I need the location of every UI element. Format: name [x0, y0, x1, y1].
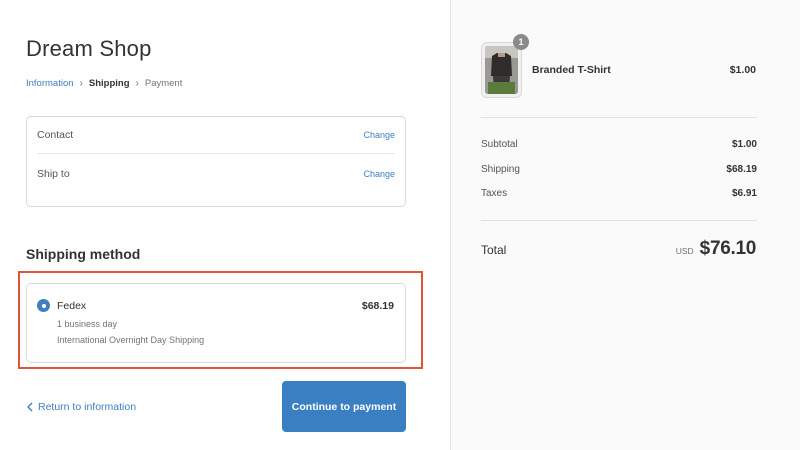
shop-title[interactable]: Dream Shop — [26, 36, 152, 62]
shipping-method-title: Shipping method — [26, 246, 141, 262]
summary-row-taxes: Taxes $6.91 — [481, 188, 757, 199]
chevron-left-icon — [27, 402, 33, 412]
change-contact-link[interactable]: Change — [363, 130, 395, 140]
product-name: Branded T-Shirt — [532, 64, 611, 76]
return-to-information-link[interactable]: Return to information — [26, 401, 136, 413]
summary-divider — [481, 117, 757, 118]
summary-row-subtotal: Subtotal $1.00 — [481, 139, 757, 150]
chevron-right-icon: › — [135, 78, 139, 89]
checkout-main-pane: Dream Shop Information › Shipping › Paym… — [0, 0, 450, 450]
total-amount: USD $76.10 — [675, 238, 757, 260]
change-ship-to-link[interactable]: Change — [363, 169, 395, 179]
taxes-label: Taxes — [481, 188, 508, 199]
product-price: $1.00 — [729, 64, 756, 76]
breadcrumb: Information › Shipping › Payment — [26, 78, 182, 89]
shipping-value: $68.19 — [726, 164, 757, 175]
continue-to-payment-button[interactable]: Continue to payment — [282, 381, 406, 432]
shipping-option-fedex[interactable]: Fedex $68.19 1 business day Internationa… — [26, 283, 406, 363]
total-currency: USD — [675, 246, 694, 256]
order-summary-pane: 1 Branded T-Shirt $1.00 Subtotal $1.00 S… — [450, 0, 800, 450]
review-label-ship-to: Ship to — [37, 167, 70, 180]
product-image — [485, 46, 518, 94]
summary-divider — [481, 220, 757, 221]
shipping-option-time: 1 business day — [57, 319, 118, 329]
review-row-ship-to: Ship to Change — [37, 155, 395, 192]
chevron-right-icon: › — [79, 78, 83, 89]
shipping-option-service: International Overnight Day Shipping — [57, 335, 205, 345]
shipping-option-price: $68.19 — [361, 300, 394, 312]
review-block: Contact Change Ship to Change — [26, 116, 406, 207]
quantity-badge: 1 — [513, 34, 529, 50]
product-thumbnail — [481, 42, 522, 98]
return-link-label: Return to information — [38, 401, 137, 413]
total-label: Total — [481, 243, 507, 257]
total-value: $76.10 — [699, 238, 757, 259]
subtotal-label: Subtotal — [481, 139, 518, 150]
review-label-contact: Contact — [37, 129, 74, 141]
taxes-value: $6.91 — [731, 188, 757, 199]
breadcrumb-payment: Payment — [144, 78, 183, 89]
summary-row-shipping: Shipping $68.19 — [481, 164, 757, 175]
shipping-label: Shipping — [481, 164, 520, 175]
breadcrumb-shipping: Shipping — [88, 78, 130, 89]
shipping-option-name: Fedex — [57, 300, 87, 312]
subtotal-value: $1.00 — [731, 139, 757, 150]
review-row-contact: Contact Change — [37, 117, 395, 154]
breadcrumb-information[interactable]: Information — [26, 78, 74, 89]
radio-selected-icon[interactable] — [37, 299, 50, 312]
